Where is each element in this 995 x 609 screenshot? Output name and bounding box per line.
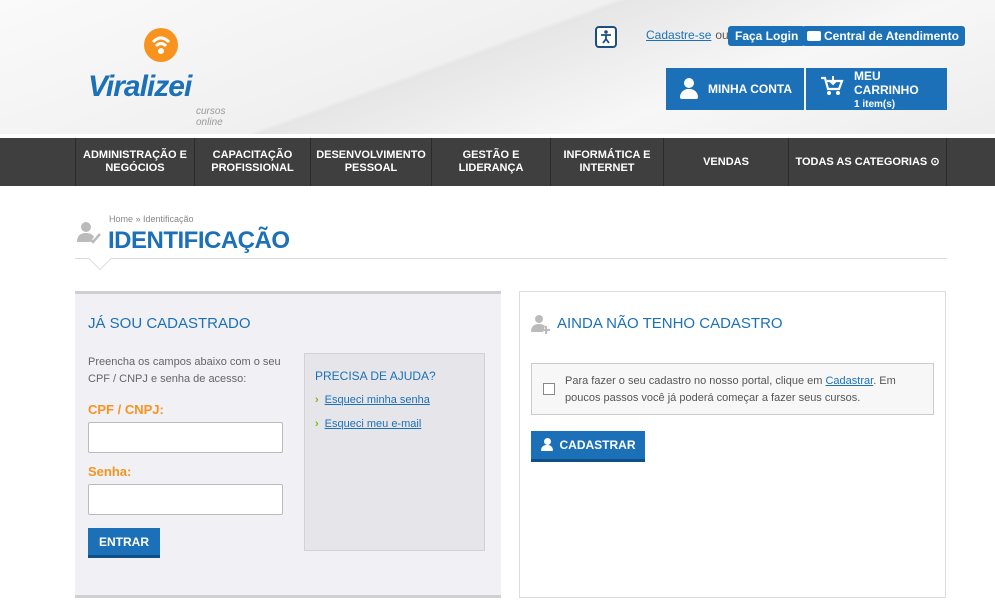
nav-item-gestao[interactable]: GESTÃO E LIDERANÇA <box>432 138 550 186</box>
login-title: JÁ SOU CADASTRADO <box>88 315 251 332</box>
arrow-icon: › <box>315 394 319 406</box>
login-description: Preencha os campos abaixo com o seu CPF … <box>88 356 281 385</box>
add-user-icon <box>531 314 551 334</box>
cart-title: MEU CARRINHO <box>854 68 919 97</box>
login-button[interactable]: Faça Login <box>728 26 806 46</box>
nav-item-informatica[interactable]: INFORMÁTICA E INTERNET <box>551 138 663 186</box>
login-submit-button[interactable]: ENTRAR <box>88 528 160 558</box>
chat-icon <box>807 31 821 41</box>
register-button-label: CADASTRAR <box>559 438 636 452</box>
forgot-password-label: Esqueci minha senha <box>324 394 430 406</box>
page-title: IDENTIFICAÇÃO <box>108 227 290 254</box>
logo-text: Viralizei <box>88 70 192 103</box>
nav-item-administracao[interactable]: ADMINISTRAÇÃO E NEGÓCIOS <box>76 138 194 186</box>
forgot-email-link[interactable]: › Esqueci meu e-mail <box>315 418 421 430</box>
register-title: AINDA NÃO TENHO CADASTRO <box>557 315 783 332</box>
accessibility-icon[interactable] <box>595 26 617 48</box>
wifi-person-icon <box>144 28 178 62</box>
support-label: Central de Atendimento <box>824 29 959 43</box>
nav-item-desenvolvimento[interactable]: DESENVOLVIMENTO PESSOAL <box>311 138 431 186</box>
arrow-icon: › <box>315 418 319 430</box>
register-text-before: Para fazer o seu cadastro no nosso porta… <box>565 375 826 387</box>
register-button[interactable]: CADASTRAR <box>531 431 645 462</box>
register-inline-link[interactable]: Cadastrar <box>825 375 873 387</box>
cart-text: MEU CARRINHO 1 item(s) <box>854 69 947 110</box>
top-links: Cadastre-se ou <box>646 28 733 42</box>
breadcrumb: Home » Identificação <box>109 214 194 224</box>
nav-item-todas-categorias[interactable]: TODAS AS CATEGORIAS ⊙ <box>789 138 946 186</box>
password-input[interactable] <box>88 484 283 515</box>
help-title: PRECISA DE AJUDA? <box>315 369 436 383</box>
logo-subtitle: cursos online <box>196 106 226 128</box>
cpf-label: CPF / CNPJ: <box>88 402 164 417</box>
nav-item-capacitacao[interactable]: CAPACITAÇÃO PROFISSIONAL <box>195 138 310 186</box>
user-check-icon <box>76 220 102 246</box>
user-icon <box>678 78 700 100</box>
info-checkbox-icon <box>543 383 555 395</box>
password-label: Senha: <box>88 464 132 479</box>
support-button[interactable]: Central de Atendimento <box>802 26 965 46</box>
add-user-icon <box>540 438 555 452</box>
logo[interactable]: Viralizei cursos online <box>88 26 248 128</box>
title-divider <box>75 258 947 259</box>
account-label: MINHA CONTA <box>708 82 792 96</box>
my-account-button[interactable]: MINHA CONTA <box>666 68 804 110</box>
register-info-text: Para fazer o seu cadastro no nosso porta… <box>565 373 925 407</box>
cart-button[interactable]: MEU CARRINHO 1 item(s) <box>806 68 947 110</box>
forgot-password-link[interactable]: › Esqueci minha senha <box>315 394 430 406</box>
cpf-input[interactable] <box>88 422 283 453</box>
signup-link[interactable]: Cadastre-se <box>646 28 711 42</box>
or-text: ou <box>715 28 729 42</box>
nav-item-vendas[interactable]: VENDAS <box>664 138 788 186</box>
forgot-email-label: Esqueci meu e-mail <box>324 418 422 430</box>
cart-count: 1 item(s) <box>854 98 896 110</box>
cart-icon <box>820 75 844 103</box>
nav-divider <box>946 138 947 186</box>
